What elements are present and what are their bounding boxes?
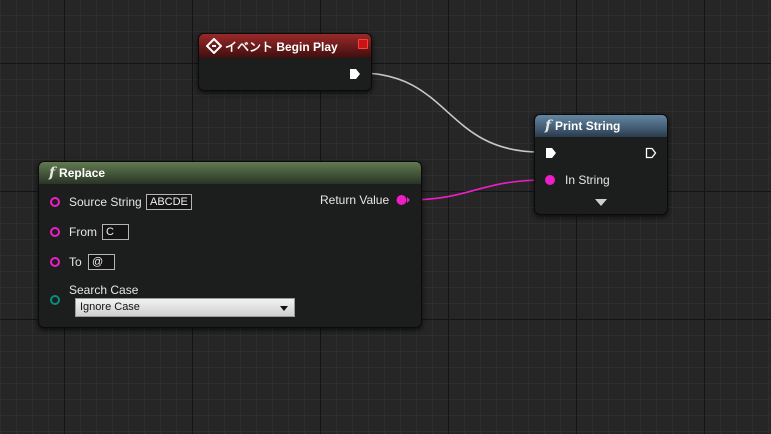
function-icon: f (49, 165, 56, 181)
replace-node-header[interactable]: f Replace (39, 162, 421, 184)
search-case-dropdown[interactable]: Ignore Case (75, 298, 295, 317)
event-diamond-icon (206, 38, 222, 54)
stop-icon[interactable] (358, 39, 368, 49)
from-input[interactable]: C (102, 224, 129, 240)
to-label: To (69, 255, 82, 269)
exec-in-pin[interactable] (545, 147, 557, 159)
event-node-header[interactable]: イベント Begin Play (199, 34, 371, 58)
print-string-node[interactable]: f Print String In String (534, 114, 668, 215)
exec-out-pin[interactable] (645, 147, 657, 159)
in-string-label: In String (565, 173, 610, 187)
expand-arrow-icon[interactable] (595, 199, 607, 206)
from-label: From (69, 225, 97, 239)
function-icon: f (545, 118, 552, 134)
in-string-pin[interactable] (545, 175, 555, 185)
print-string-header[interactable]: f Print String (535, 115, 667, 137)
from-pin[interactable] (50, 227, 60, 237)
replace-node[interactable]: f Replace Source String ABCDE From C To … (38, 161, 422, 328)
print-string-title: Print String (555, 119, 621, 133)
string-wire[interactable] (407, 179, 546, 201)
dropdown-arrow-icon (280, 306, 288, 311)
exec-out-pin[interactable] (349, 68, 361, 80)
return-value-pin[interactable] (396, 194, 411, 206)
to-pin[interactable] (50, 257, 60, 267)
to-input[interactable]: @ (88, 254, 115, 270)
exec-wire[interactable] (359, 72, 541, 153)
replace-node-title: Replace (59, 166, 106, 180)
event-begin-play-node[interactable]: イベント Begin Play (198, 33, 372, 91)
event-node-title: イベント Begin Play (225, 39, 338, 54)
source-string-label: Source String (69, 195, 142, 209)
search-case-pin[interactable] (50, 295, 60, 305)
search-case-label: Search Case (69, 283, 139, 297)
search-case-value: Ignore Case (80, 301, 140, 313)
return-value-label: Return Value (320, 193, 390, 207)
source-string-pin[interactable] (50, 197, 60, 207)
source-string-input[interactable]: ABCDE (146, 194, 192, 210)
